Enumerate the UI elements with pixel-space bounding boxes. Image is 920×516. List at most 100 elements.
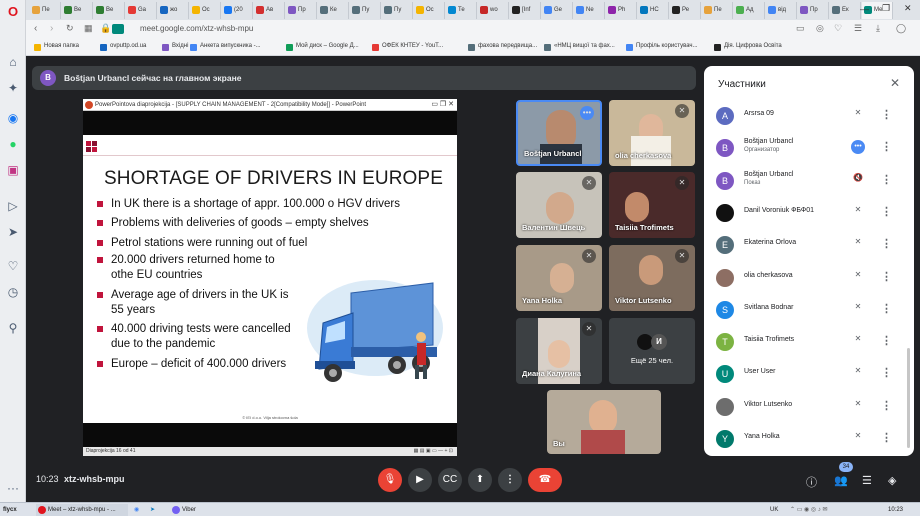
mic-off-icon[interactable]: ✕ (851, 399, 865, 413)
mic-off-icon[interactable]: ✕ (851, 205, 865, 219)
info-icon[interactable]: ⓘ (806, 474, 817, 490)
language-indicator[interactable]: UK (770, 504, 778, 516)
bookmark-item[interactable]: ovputtp.od.ua (100, 43, 146, 51)
browser-tab[interactable]: Пр (798, 2, 829, 19)
heart-icon[interactable]: ♡ (5, 258, 21, 274)
player-icon[interactable]: ▷ (5, 198, 21, 214)
browser-tab[interactable]: (20 (222, 2, 253, 19)
present-button[interactable]: ⬆ (468, 468, 492, 492)
bookmark-item[interactable]: Дія. Цифрова Освіта (714, 43, 782, 51)
bookmark-item[interactable]: «НМЦ вищої та фах... (544, 43, 615, 51)
bookmark-item[interactable]: Анкета випускника -... (190, 43, 261, 51)
chrome-icon[interactable]: ◉ (134, 504, 144, 516)
activities-icon[interactable]: ◈ (888, 474, 896, 487)
participant-more-icon[interactable]: ⋮ (881, 270, 892, 284)
taskbar-meet[interactable]: Meet – xtz-whsb-mpu - ... (36, 504, 128, 516)
tile-valentyn[interactable]: ✕ Валентин Швець (516, 172, 602, 238)
participant-row[interactable]: B Boštjan Urbancl Организатор ••• ⋮ (704, 134, 914, 166)
browser-tab[interactable]: Ве (62, 2, 93, 19)
mic-off-icon[interactable]: ✕ (851, 270, 865, 284)
instagram-icon[interactable]: ▣ (5, 162, 21, 178)
browser-tab[interactable]: Ph (606, 2, 637, 19)
browser-tab[interactable]: Пу (382, 2, 413, 19)
speaking-indicator-icon[interactable]: ••• (851, 140, 865, 155)
browser-tab[interactable]: Ре (670, 2, 701, 19)
mic-toggle-button[interactable]: 🎙 (378, 468, 402, 492)
participant-row[interactable]: Viktor Lutsenko ✕ ⋮ (704, 393, 914, 425)
browser-tab[interactable]: Ga (126, 2, 157, 19)
opera-logo-icon[interactable]: O (5, 4, 21, 20)
participant-row[interactable]: Y Yana Holka ✕ ⋮ (704, 425, 914, 457)
close-panel-icon[interactable]: ✕ (890, 76, 900, 90)
browser-tab[interactable]: жо (158, 2, 189, 19)
tile-bostjan[interactable]: ••• Boštjan Urbancl (516, 100, 602, 166)
captions-button[interactable]: CC (438, 468, 462, 492)
sound-off-icon[interactable]: 🔇 (851, 173, 865, 187)
browser-tab[interactable]: Пу (350, 2, 381, 19)
close-window-icon[interactable]: ✕ (904, 3, 912, 14)
tray-icons[interactable]: ⌃ ▭ ◉ ◎ ♪ ✉ (790, 504, 828, 516)
camera-indicator-icon[interactable]: ▭ (796, 23, 805, 34)
tile-viktor[interactable]: ✕ Viktor Lutsenko (609, 245, 695, 311)
reload-icon[interactable]: ↻ (66, 23, 74, 34)
easy-setup-icon[interactable]: ☰ (854, 23, 862, 34)
participant-row[interactable]: olia cherkasova ✕ ⋮ (704, 264, 914, 296)
participant-more-icon[interactable]: ⋮ (881, 366, 892, 380)
star-icon[interactable]: ✦ (5, 80, 21, 96)
tile-olia[interactable]: ✕ olia cherkasova (609, 100, 695, 166)
browser-tab[interactable]: НС (638, 2, 669, 19)
send-icon[interactable]: ➤ (5, 224, 21, 240)
browser-tab[interactable]: Ке (318, 2, 349, 19)
browser-tab[interactable]: Ад (734, 2, 765, 19)
taskbar-viber[interactable]: Viber (170, 504, 196, 516)
participant-more-icon[interactable]: ⋮ (881, 173, 892, 187)
mic-off-icon[interactable]: ✕ (851, 366, 865, 380)
browser-tab[interactable]: Пе (702, 2, 733, 19)
tile-yana[interactable]: ✕ Yana Holka (516, 245, 602, 311)
minimize-icon[interactable]: — (860, 4, 869, 14)
participant-row[interactable]: A Arsrsa 09 ✕ ⋮ (704, 102, 914, 134)
tile-diana[interactable]: ✕ Диана Калугина (516, 318, 602, 384)
screenshot-icon[interactable]: ◎ (816, 23, 824, 34)
participant-more-icon[interactable]: ⋮ (881, 302, 892, 316)
messenger-icon[interactable]: ◉ (5, 110, 21, 126)
end-call-button[interactable]: ☎ (528, 468, 562, 492)
url-field[interactable]: meet.google.com/xtz-whsb-mpu (140, 24, 253, 33)
start-button[interactable]: flycx (3, 504, 17, 516)
browser-tab[interactable]: wo (478, 2, 509, 19)
mic-off-icon[interactable]: ✕ (851, 302, 865, 316)
pin-icon[interactable]: ⚲ (5, 320, 21, 336)
profile-icon[interactable]: ◯ (896, 23, 906, 34)
participant-more-icon[interactable]: ⋮ (881, 237, 892, 251)
browser-tab[interactable]: Те (446, 2, 477, 19)
home-icon[interactable]: ⌂ (5, 54, 21, 70)
mic-off-icon[interactable]: ✕ (851, 108, 865, 122)
participant-row[interactable]: S Svitlana Bodnar ✕ ⋮ (704, 296, 914, 328)
bookmark-item[interactable]: Профіль користувач... (626, 43, 698, 51)
browser-tab[interactable]: Пе (30, 2, 61, 19)
back-icon[interactable]: ‹ (34, 23, 37, 34)
participant-row[interactable]: T Taisiia Trofimets ✕ ⋮ (704, 328, 914, 360)
browser-tab[interactable]: Пр (286, 2, 317, 19)
more-icon[interactable]: ··· (5, 480, 21, 496)
browser-tab[interactable]: Ос (414, 2, 445, 19)
maximize-icon[interactable]: ❐ (882, 3, 890, 14)
bookmark-heart-icon[interactable]: ♡ (834, 23, 842, 34)
bookmark-item[interactable]: Новая папка (34, 43, 79, 51)
participant-row[interactable]: U User User ✕ ⋮ (704, 360, 914, 392)
browser-tab[interactable]: Ge (542, 2, 573, 19)
mic-off-icon[interactable]: ✕ (851, 334, 865, 348)
people-icon[interactable]: 👥 (834, 474, 848, 487)
bookmark-item[interactable]: фахова передвища... (468, 43, 537, 51)
browser-tab[interactable]: [Inf (510, 2, 541, 19)
browser-tab[interactable]: Ве (94, 2, 125, 19)
mic-off-icon[interactable]: ✕ (851, 431, 865, 445)
tile-self[interactable]: Вы (547, 390, 661, 454)
bookmark-item[interactable]: Вхідні (162, 43, 188, 51)
participant-more-icon[interactable]: ⋮ (881, 399, 892, 413)
participant-more-icon[interactable]: ⋮ (881, 140, 892, 154)
bookmark-item[interactable]: ОФЕК КНТЕУ - YouT... (372, 43, 443, 51)
participant-more-icon[interactable]: ⋮ (881, 334, 892, 348)
mic-off-icon[interactable]: ✕ (851, 237, 865, 251)
tile-more-participants[interactable]: И Ещё 25 чел. (609, 318, 695, 384)
